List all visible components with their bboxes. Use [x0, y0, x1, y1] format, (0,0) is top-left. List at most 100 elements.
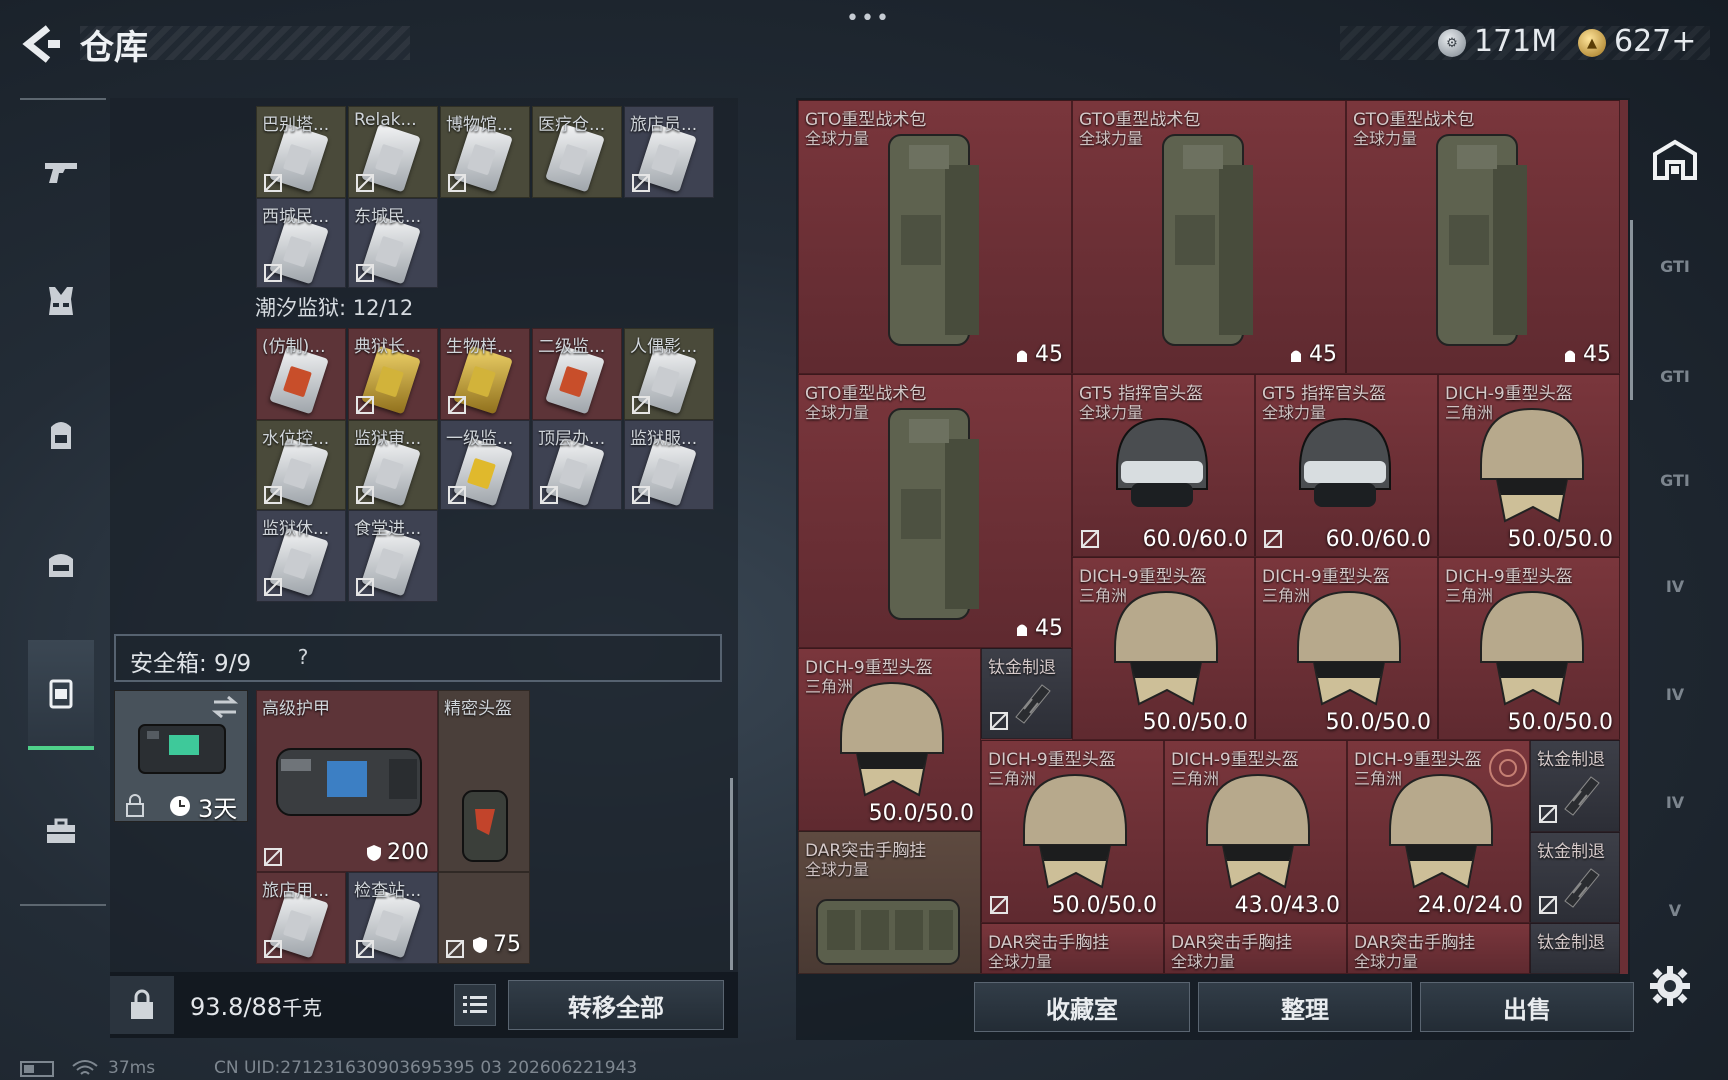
muzzle-brake-item[interactable]: 钛金制退 [1530, 740, 1620, 832]
keycard-item[interactable]: 检查站... [348, 872, 438, 964]
backpack-item[interactable]: GTO重型战术包 全球力量 45 [1346, 100, 1620, 374]
keycard-item[interactable]: 顶层办... [532, 420, 622, 510]
muzzle-brake-item[interactable]: 钛金制退 [1530, 832, 1620, 923]
chest-rig-icon [816, 899, 960, 965]
nav-safebox[interactable] [28, 640, 94, 750]
keycard-item[interactable]: 人偶影... [624, 328, 714, 420]
chest-rig-item[interactable]: DAR突击手胸挂 全球力量 [1164, 923, 1347, 974]
item-label: 检查站... [354, 881, 422, 901]
gt5-helmet-item[interactable]: GT5 指挥官头盔 全球力量 60.0/60.0 [1255, 374, 1438, 557]
back-arrow-icon[interactable] [18, 22, 62, 66]
collection-room-button[interactable]: 收藏室 [974, 982, 1190, 1032]
nav-backpacks[interactable] [28, 380, 94, 490]
no-insure-icon [448, 174, 466, 192]
backpack-item[interactable]: GTO重型战术包 全球力量 45 [798, 100, 1072, 374]
no-insure-icon [264, 940, 282, 958]
keycard-item[interactable]: 典狱长... [348, 328, 438, 420]
more-menu-icon[interactable]: ••• [846, 6, 891, 31]
list-view-button[interactable] [454, 984, 496, 1026]
filter-gti-3[interactable]: GTI [1640, 440, 1710, 520]
keycard-item[interactable]: 巴别塔... [256, 106, 346, 198]
keycard-item[interactable]: 旅店员... [624, 106, 714, 198]
dich-helmet-item[interactable]: DICH-9重型头盔 三角洲 50.0/50.0 [1438, 557, 1620, 740]
filter-gti-1[interactable]: GTI [1640, 226, 1710, 306]
swap-icon[interactable] [210, 694, 240, 720]
help-icon[interactable]: ? [288, 642, 318, 672]
dich-helmet-item[interactable]: DICH-9重型头盔 三角洲 50.0/50.0 [1072, 557, 1255, 740]
item-name: 钛金制退 [1537, 842, 1605, 862]
filter-v[interactable]: V [1640, 870, 1710, 950]
sort-button[interactable]: 整理 [1198, 982, 1412, 1032]
chest-rig-item[interactable]: DAR突击手胸挂 全球力量 [981, 923, 1164, 974]
gear-icon[interactable] [1648, 964, 1692, 1008]
item-faction: 全球力量 [988, 952, 1053, 971]
filter-label: IV [1665, 792, 1685, 812]
nav-vests[interactable] [28, 246, 94, 356]
filter-iv-3[interactable]: IV [1640, 762, 1710, 842]
muzzle-brake-icon [1015, 684, 1051, 724]
muzzle-brake-item[interactable]: 钛金制退 [1530, 923, 1620, 974]
keycard-item[interactable]: 监狱审... [348, 420, 438, 510]
left-scrollbar[interactable] [730, 778, 733, 970]
nav-toolbox[interactable] [28, 776, 94, 886]
item-faction: 全球力量 [1354, 952, 1419, 971]
keycard-item[interactable]: 监狱休... [256, 510, 346, 602]
gold-amount[interactable]: 627+ [1614, 24, 1696, 59]
keycard-item[interactable]: 生物样... [440, 328, 530, 420]
silver-amount[interactable]: 171M [1474, 24, 1557, 59]
filter-label: IV [1665, 684, 1685, 704]
keycard-item[interactable]: 一级监... [440, 420, 530, 510]
dich-helmet-item[interactable]: DICH-9重型头盔 三角洲 50.0/50.0 [981, 740, 1164, 923]
item-label: 生物样... [446, 337, 514, 357]
no-insure-icon [448, 486, 466, 504]
dich-helmet-item[interactable]: DICH-9重型头盔 三角洲 50.0/50.0 [1255, 557, 1438, 740]
pistol-icon [45, 163, 77, 183]
durability: 50.0/50.0 [868, 801, 974, 826]
no-insure-icon [264, 578, 282, 596]
chest-rig-item[interactable]: DAR突击手胸挂 全球力量 [798, 831, 981, 974]
item-label: 巴别塔... [262, 115, 330, 135]
keycard-item[interactable]: 水位控... [256, 420, 346, 510]
transfer-all-button[interactable]: 转移全部 [508, 980, 724, 1030]
dich-helmet-item[interactable]: DICH-9重型头盔 三角洲 43.0/43.0 [1164, 740, 1347, 923]
filter-gti-2[interactable]: GTI [1640, 336, 1710, 416]
weight-lock-button[interactable] [110, 976, 174, 1034]
dich-helmet-item[interactable]: DICH-9重型头盔 三角洲 50.0/50.0 [1438, 374, 1620, 557]
armor-value: 200 [387, 840, 429, 865]
filter-iv-1[interactable]: IV [1640, 546, 1710, 626]
filter-iv-2[interactable]: IV [1640, 654, 1710, 734]
sell-button[interactable]: 出售 [1420, 982, 1634, 1032]
nav-containers[interactable] [28, 510, 94, 620]
dich-helmet-item[interactable]: DICH-9重型头盔 三角洲 50.0/50.0 [798, 648, 981, 831]
keycard-item[interactable]: 东城民... [348, 198, 438, 288]
durability: 60.0/60.0 [1325, 527, 1431, 552]
backpack-item[interactable]: GTO重型战术包 全球力量 45 [798, 374, 1072, 648]
briefcase-icon [47, 818, 75, 843]
keycard-item[interactable]: 二级监... [532, 328, 622, 420]
right-scrollbar[interactable] [1630, 220, 1633, 400]
filter-label: GTI [1660, 470, 1690, 490]
nav-weapons[interactable] [28, 116, 94, 226]
durability: 50.0/50.0 [1507, 527, 1613, 552]
keycard-item[interactable]: 博物馆... [440, 106, 530, 198]
keycard-item[interactable]: 监狱服... [624, 420, 714, 510]
stash-tab-button[interactable] [1640, 120, 1710, 200]
keycard-item[interactable]: 西城民... [256, 198, 346, 288]
chest-rig-item[interactable]: DAR突击手胸挂 全球力量 [1347, 923, 1530, 974]
keycard-item[interactable]: 旅店用... [256, 872, 346, 964]
keycard-item[interactable]: Relak... [348, 106, 438, 198]
precision-helmet-item[interactable]: 精密头盔 [438, 690, 530, 872]
keycard-item[interactable]: 食堂进... [348, 510, 438, 602]
helmet-slot[interactable]: 75 [438, 872, 530, 964]
keycard-item[interactable]: 医疗仓... [532, 106, 622, 198]
armor-item[interactable]: 高级护甲 200 [256, 690, 438, 872]
lock-icon [131, 989, 153, 1019]
backpack-icon [1162, 134, 1253, 346]
gt5-helmet-item[interactable]: GT5 指挥官头盔 全球力量 60.0/60.0 [1072, 374, 1255, 557]
muzzle-brake-item[interactable]: 钛金制退 [981, 648, 1072, 739]
keycard-item[interactable]: (仿制)... [256, 328, 346, 420]
warehouse-icon [1653, 139, 1697, 180]
helmet-icon [1023, 773, 1127, 889]
no-insure-icon [356, 578, 374, 596]
backpack-item[interactable]: GTO重型战术包 全球力量 45 [1072, 100, 1346, 374]
